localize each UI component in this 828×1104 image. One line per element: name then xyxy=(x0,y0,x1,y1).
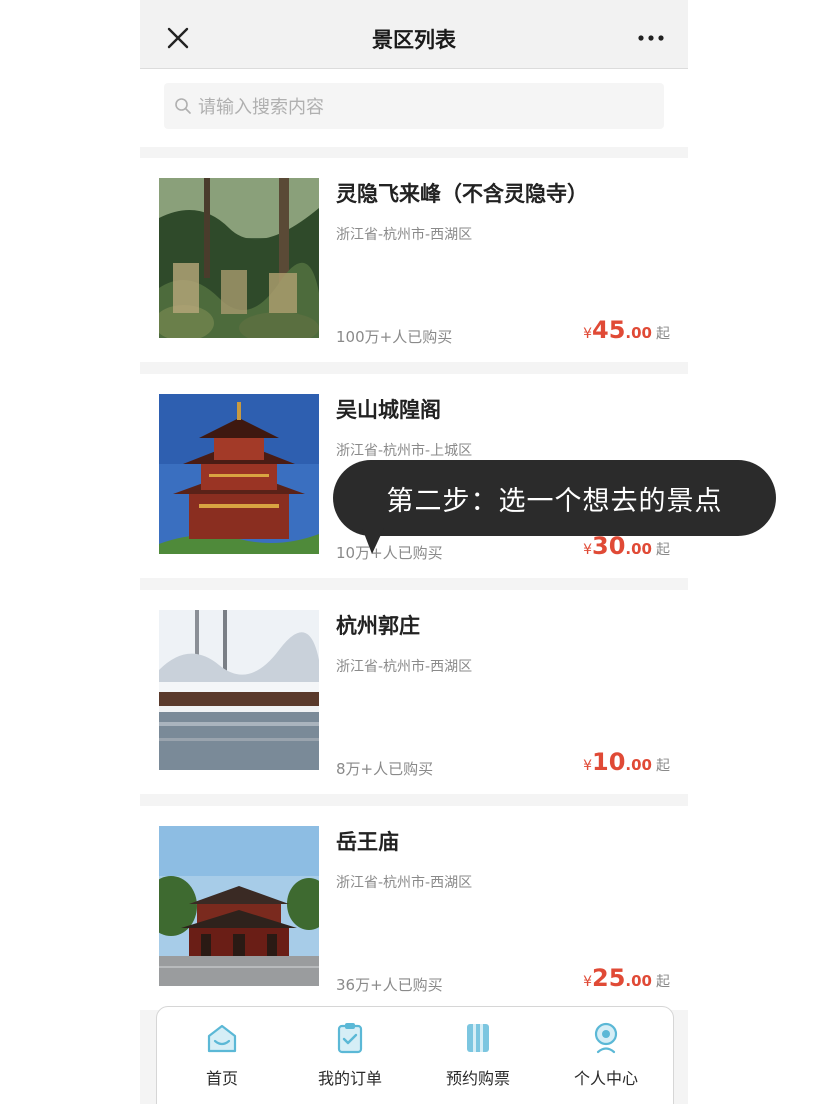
scenic-thumbnail xyxy=(159,610,319,770)
sold-count: 36万+人已购买 xyxy=(336,976,443,994)
price-suffix: 起 xyxy=(656,326,670,342)
currency-symbol: ¥ xyxy=(583,542,593,558)
scenic-card[interactable]: 灵隐飞来峰（不含灵隐寺） 浙江省-杭州市-西湖区 100万+人已购买 ¥45.0… xyxy=(140,158,688,362)
home-icon xyxy=(207,1024,237,1053)
scenic-card[interactable]: 杭州郭庄 浙江省-杭州市-西湖区 8万+人已购买 ¥10.00 起 xyxy=(140,590,688,794)
tab-home[interactable]: 首页 xyxy=(167,1021,277,1089)
tab-label: 首页 xyxy=(205,1069,238,1088)
price-decimal: .00 xyxy=(625,324,652,342)
price-integer: 25 xyxy=(592,964,626,992)
price-decimal: .00 xyxy=(625,540,652,558)
price-suffix: 起 xyxy=(656,542,670,558)
scenic-name: 灵隐飞来峰（不含灵隐寺） xyxy=(336,182,588,206)
price-integer: 45 xyxy=(592,316,626,344)
price: ¥30.00 起 xyxy=(583,532,670,560)
price-integer: 30 xyxy=(592,532,626,560)
tab-label: 个人中心 xyxy=(573,1069,638,1088)
price-decimal: .00 xyxy=(625,756,652,774)
scenic-location: 浙江省-杭州市-西湖区 xyxy=(336,875,473,891)
currency-symbol: ¥ xyxy=(583,758,593,774)
more-icon[interactable] xyxy=(636,28,666,48)
tab-orders[interactable]: 我的订单 xyxy=(295,1021,405,1089)
profile-icon xyxy=(594,1022,618,1054)
tab-label: 预约购票 xyxy=(445,1069,510,1088)
page-title: 景区列表 xyxy=(372,28,456,52)
scenic-location: 浙江省-杭州市-上城区 xyxy=(336,443,473,459)
mini-program-screen: 景区列表 请输入搜索内容 灵隐飞来峰（不含灵隐寺） 浙江省-杭州市-西湖区 10… xyxy=(140,0,688,1104)
scenic-name: 吴山城隍阁 xyxy=(336,398,441,422)
price-integer: 10 xyxy=(592,748,626,776)
scenic-name: 岳王庙 xyxy=(336,830,399,854)
tooltip-tail xyxy=(362,528,384,554)
navigation-bar: 景区列表 xyxy=(140,0,688,69)
scenic-card[interactable]: 岳王庙 浙江省-杭州市-西湖区 36万+人已购买 ¥25.00 起 xyxy=(140,806,688,1010)
tab-label: 我的订单 xyxy=(317,1069,382,1088)
search-input[interactable] xyxy=(196,83,660,131)
price: ¥25.00 起 xyxy=(583,964,670,992)
search-icon xyxy=(175,98,191,114)
search-box[interactable] xyxy=(164,83,664,131)
scenic-thumbnail xyxy=(159,826,319,986)
scenic-location: 浙江省-杭州市-西湖区 xyxy=(336,659,473,675)
currency-symbol: ¥ xyxy=(583,974,593,990)
sold-count: 100万+人已购买 xyxy=(336,328,453,346)
orders-icon xyxy=(337,1023,363,1054)
price-decimal: .00 xyxy=(625,972,652,990)
sold-count: 8万+人已购买 xyxy=(336,760,434,778)
tutorial-tooltip: 第二步：选一个想去的景点 xyxy=(333,460,776,536)
scenic-location: 浙江省-杭州市-西湖区 xyxy=(336,227,473,243)
scenic-thumbnail xyxy=(159,178,319,338)
currency-symbol: ¥ xyxy=(583,326,593,342)
scenic-thumbnail xyxy=(159,394,319,554)
price: ¥10.00 起 xyxy=(583,748,670,776)
price-suffix: 起 xyxy=(656,974,670,990)
price: ¥45.00 起 xyxy=(583,316,670,344)
sold-count: 10万+人已购买 xyxy=(336,544,443,562)
tab-tickets[interactable]: 预约购票 xyxy=(423,1021,533,1089)
scenic-name: 杭州郭庄 xyxy=(336,614,420,638)
search-bar xyxy=(140,69,688,147)
ticket-icon xyxy=(467,1024,489,1052)
tab-profile[interactable]: 个人中心 xyxy=(551,1021,661,1089)
price-suffix: 起 xyxy=(656,758,670,774)
tab-bar: 首页 我的订单 预约购票 个人中心 xyxy=(156,1006,674,1104)
